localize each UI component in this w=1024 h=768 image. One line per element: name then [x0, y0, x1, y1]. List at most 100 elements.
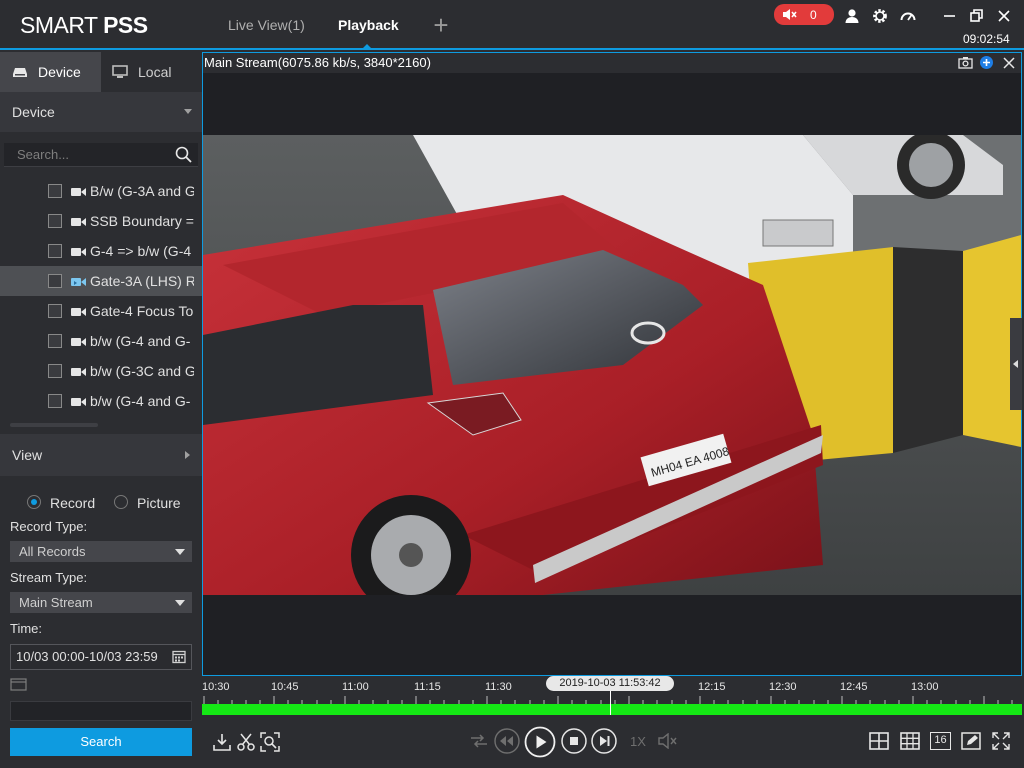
- camera-icon: [71, 308, 86, 316]
- close-icon[interactable]: [995, 7, 1013, 25]
- channel-label: G-4 => b/w (G-4: [90, 243, 192, 259]
- search-input[interactable]: Search...: [4, 143, 198, 167]
- play-icon[interactable]: [524, 726, 556, 758]
- channel-label: b/w (G-3C and G: [90, 363, 194, 379]
- channel-item-selected[interactable]: Gate-3A (LHS) R: [0, 266, 202, 296]
- channel-checkbox[interactable]: [48, 214, 62, 228]
- device-section-title: Device: [12, 104, 55, 120]
- snapshot-icon[interactable]: [958, 56, 973, 69]
- search-button[interactable]: Search: [10, 728, 192, 756]
- stream-type-select[interactable]: Main Stream: [10, 592, 192, 613]
- video-window[interactable]: Main Stream(6075.86 kb/s, 3840*2160) MH0…: [202, 52, 1022, 676]
- record-radio[interactable]: [27, 495, 41, 509]
- channel-checkbox[interactable]: [48, 184, 62, 198]
- device-section-header[interactable]: Device: [0, 92, 202, 132]
- channel-label: b/w (G-4 and G-: [90, 333, 191, 349]
- alarm-badge[interactable]: 0: [774, 4, 834, 25]
- time-range-field[interactable]: 10/03 00:00-10/03 23:59: [10, 644, 192, 670]
- timeline-tick-label: 10:30: [202, 681, 230, 693]
- volume-mute-icon[interactable]: [658, 733, 678, 749]
- card-number-input[interactable]: [10, 701, 192, 721]
- tab-playback[interactable]: Playback: [338, 17, 399, 33]
- split-16-button[interactable]: 16: [930, 732, 951, 750]
- collapse-panel-handle[interactable]: [1010, 318, 1022, 410]
- performance-gauge-icon[interactable]: [899, 7, 917, 25]
- view-section-header[interactable]: View: [0, 434, 202, 476]
- digital-zoom-icon[interactable]: [979, 55, 994, 70]
- record-type-label: Record Type:: [10, 519, 88, 534]
- device-icon: [13, 68, 27, 77]
- channel-checkbox[interactable]: [48, 394, 62, 408]
- channel-checkbox[interactable]: [48, 364, 62, 378]
- record-radio-label: Record: [50, 495, 96, 511]
- download-icon[interactable]: [212, 732, 232, 752]
- record-type-select[interactable]: All Records: [10, 541, 192, 562]
- close-video-icon[interactable]: [1003, 57, 1015, 69]
- channel-item[interactable]: b/w (G-4 and G-: [0, 326, 202, 356]
- smart-search-icon[interactable]: [260, 732, 280, 752]
- edit-layout-icon[interactable]: [961, 732, 981, 750]
- rewind-icon[interactable]: [494, 728, 520, 754]
- channel-checkbox[interactable]: [48, 334, 62, 348]
- clip-scissors-icon[interactable]: [236, 732, 256, 752]
- tab-live-view[interactable]: Live View(1): [228, 17, 305, 33]
- channel-item[interactable]: b/w (G-3C and G: [0, 356, 202, 386]
- channel-item[interactable]: SSB Boundary =: [0, 206, 202, 236]
- frame-step-icon[interactable]: [591, 728, 617, 754]
- channel-item[interactable]: B/w (G-3A and G: [0, 176, 202, 206]
- title-bar: SMART PSS Live View(1) Playback + 0 09:0…: [0, 0, 1024, 50]
- minimize-icon[interactable]: [941, 7, 959, 25]
- expand-arrow-icon: [185, 451, 190, 459]
- camera-icon: [71, 188, 86, 196]
- tab-device-label: Device: [38, 64, 81, 80]
- recorded-segment-bar[interactable]: [202, 704, 1022, 715]
- channel-label: b/w (G-4 and G-: [90, 393, 191, 409]
- view-section-title: View: [12, 447, 43, 463]
- collapse-arrow-icon: [184, 109, 192, 114]
- picture-radio[interactable]: [114, 495, 128, 509]
- channel-item[interactable]: G-4 => b/w (G-4: [0, 236, 202, 266]
- card-icon: [10, 678, 27, 691]
- sync-play-icon[interactable]: [470, 733, 488, 749]
- active-tab-indicator: [362, 44, 372, 49]
- playback-timeline[interactable]: 10:30 10:45 11:00 11:15 11:30 11:45 12:0…: [202, 676, 1024, 716]
- fullscreen-icon[interactable]: [992, 732, 1010, 750]
- stream-info: Main Stream(6075.86 kb/s, 3840*2160): [204, 55, 431, 70]
- camera-icon: [71, 248, 86, 256]
- channel-checkbox[interactable]: [48, 274, 62, 288]
- channel-label: Gate-3A (LHS) R: [90, 273, 194, 289]
- channel-checkbox[interactable]: [48, 244, 62, 258]
- time-label: Time:: [10, 621, 43, 636]
- tab-local-label: Local: [138, 64, 172, 80]
- timeline-cursor[interactable]: [610, 691, 611, 715]
- timeline-tick-label: 12:45: [840, 681, 868, 693]
- tab-local[interactable]: Local: [101, 52, 202, 92]
- search-icon[interactable]: [175, 146, 192, 163]
- channel-label: SSB Boundary =: [90, 213, 194, 229]
- timeline-tick-label: 12:30: [769, 681, 797, 693]
- timeline-tick-label: 11:15: [414, 681, 441, 693]
- camera-icon: [71, 368, 86, 376]
- timeline-cursor-time: 2019-10-03 11:53:42: [546, 676, 674, 691]
- tab-device[interactable]: Device: [0, 52, 101, 92]
- camera-icon: [71, 338, 86, 346]
- stop-icon[interactable]: [561, 728, 587, 754]
- add-tab-icon[interactable]: +: [430, 12, 452, 38]
- timeline-ticks: [203, 696, 1013, 704]
- channel-item[interactable]: Gate-4 Focus To: [0, 296, 202, 326]
- picture-radio-label: Picture: [137, 495, 181, 511]
- channel-checkbox[interactable]: [48, 304, 62, 318]
- restore-icon[interactable]: [968, 7, 986, 25]
- channel-item[interactable]: b/w (G-4 and G-: [0, 386, 202, 416]
- speaker-mute-icon: [783, 9, 797, 20]
- camera-playing-icon: [71, 278, 86, 286]
- playback-speed[interactable]: 1X: [630, 734, 646, 749]
- camera-icon: [71, 218, 86, 226]
- horizontal-scrollbar[interactable]: [10, 423, 98, 427]
- gear-icon[interactable]: [871, 7, 889, 25]
- split-4-icon[interactable]: [869, 732, 889, 750]
- user-icon[interactable]: [843, 7, 861, 25]
- calendar-icon[interactable]: [172, 650, 186, 664]
- split-9-icon[interactable]: [900, 732, 920, 750]
- channel-label: B/w (G-3A and G: [90, 183, 194, 199]
